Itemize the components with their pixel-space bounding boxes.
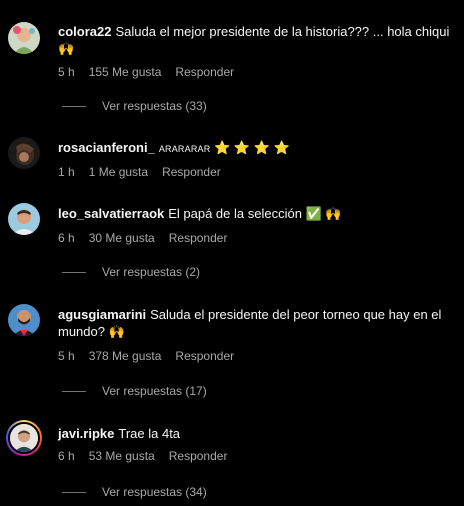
view-replies-button[interactable]: Ver respuestas (2) (62, 265, 200, 279)
replies-divider (62, 491, 86, 493)
raised-hands-icon: 🙌 (108, 324, 125, 339)
timestamp: 5 h (58, 65, 75, 79)
timestamp: 5 h (58, 349, 75, 363)
avatar[interactable] (8, 137, 40, 169)
view-replies-button[interactable]: Ver respuestas (17) (62, 384, 207, 398)
reply-button[interactable]: Responder (175, 65, 234, 79)
avatar[interactable] (8, 22, 40, 54)
timestamp: 1 h (58, 165, 75, 179)
avatar-image (8, 137, 40, 169)
comment-text: Saluda el mejor presidente de la histori… (115, 24, 450, 39)
star-icon: ⭐ ⭐ ⭐ ⭐ (214, 140, 290, 155)
username[interactable]: leo_salvatierraok (58, 206, 164, 221)
replies-divider (62, 390, 86, 392)
view-replies-button[interactable]: Ver respuestas (34) (62, 485, 207, 499)
username[interactable]: colora22 (58, 24, 111, 39)
reply-button[interactable]: Responder (169, 231, 228, 245)
reply-button[interactable]: Responder (175, 349, 234, 363)
avatar-image (8, 304, 40, 336)
likes-count[interactable]: 378 Me gusta (89, 349, 162, 363)
avatar-image (8, 22, 40, 54)
raised-hands-icon: 🙌 (58, 41, 75, 56)
comment-text: ARARARAR (158, 144, 211, 154)
username[interactable]: agusgiamarini (58, 307, 146, 322)
likes-count[interactable]: 53 Me gusta (89, 449, 155, 463)
replies-divider (62, 271, 86, 273)
view-replies-label: Ver respuestas (2) (102, 265, 201, 279)
likes-count[interactable]: 155 Me gusta (89, 65, 162, 79)
comment-text: El papá de la selección (168, 206, 302, 221)
reply-button[interactable]: Responder (169, 449, 228, 463)
comment-text: Trae la 4ta (118, 426, 181, 441)
timestamp: 6 h (58, 231, 75, 245)
username[interactable]: rosacianferoni_ (58, 140, 155, 155)
avatar-image (8, 422, 40, 454)
replies-divider (62, 105, 86, 107)
likes-count[interactable]: 30 Me gusta (89, 231, 155, 245)
username[interactable]: javi.ripke (58, 426, 114, 441)
avatar-with-story-ring[interactable] (6, 420, 42, 456)
reply-button[interactable]: Responder (162, 165, 221, 179)
view-replies-label: Ver respuestas (17) (102, 384, 207, 398)
view-replies-label: Ver respuestas (33) (102, 99, 207, 113)
view-replies-button[interactable]: Ver respuestas (33) (62, 99, 207, 113)
likes-count[interactable]: 1 Me gusta (89, 165, 148, 179)
timestamp: 6 h (58, 449, 75, 463)
check-and-hands-icon: ✅ 🙌 (305, 206, 342, 221)
avatar[interactable] (8, 203, 40, 235)
avatar[interactable] (8, 304, 40, 336)
view-replies-label: Ver respuestas (34) (102, 485, 207, 499)
avatar-image (8, 203, 40, 235)
